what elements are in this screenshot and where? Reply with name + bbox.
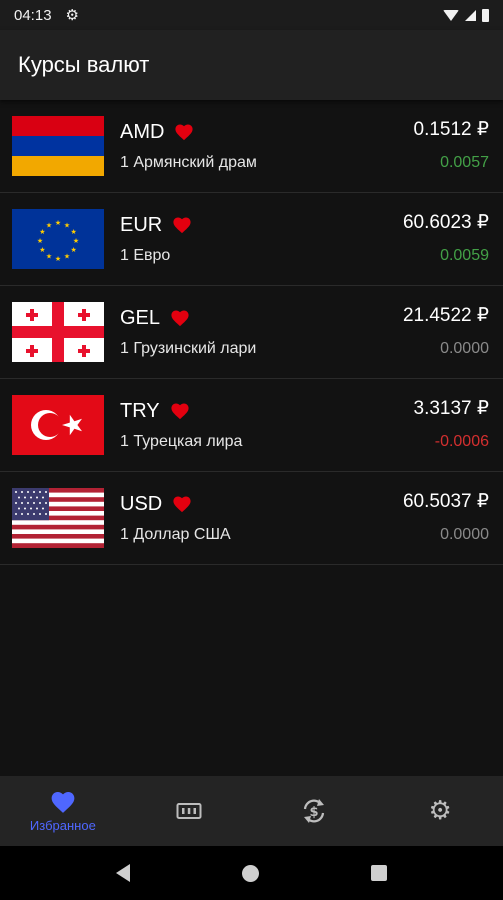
heart-icon [51, 791, 75, 813]
currency-code: EUR [120, 213, 163, 236]
svg-text:★: ★ [64, 253, 70, 261]
currency-rate: 21.4522 ₽ [402, 305, 489, 326]
currency-change: 0.0059 [440, 247, 489, 264]
system-navigation-bar [0, 846, 503, 900]
currency-change: 0.0000 [440, 526, 489, 543]
currency-list-icon [176, 803, 202, 819]
settings-notification-icon: ⚙ [65, 7, 79, 24]
currency-rate: 60.6023 ₽ [402, 212, 489, 233]
armenia-flag [12, 116, 104, 176]
currency-code: TRY [120, 399, 160, 422]
currency-row-eur[interactable]: ★ ★ ★ ★ ★ ★ ★ ★ ★ ★ ★ ★ EUR 1 Евро 60.60… [0, 193, 503, 286]
signal-icon [465, 9, 476, 21]
svg-text:★: ★ [55, 255, 61, 263]
converter-icon: $ [304, 799, 325, 823]
currency-code: AMD [120, 120, 165, 143]
currency-code: USD [120, 492, 163, 515]
bottom-navigation: Избранное $ ⚙ [0, 776, 503, 846]
currency-change: 0.0057 [440, 154, 489, 171]
currency-row-amd[interactable]: AMD 1 Армянский драм 0.1512 ₽ 0.0057 [0, 100, 503, 193]
currency-change: -0.0006 [434, 433, 489, 450]
currency-change: 0.0000 [440, 340, 489, 357]
app-bar: Курсы валют [0, 30, 503, 100]
currency-list: AMD 1 Армянский драм 0.1512 ₽ 0.0057 ★ ★… [0, 100, 503, 565]
battery-icon [482, 8, 489, 22]
svg-text:★: ★ [64, 221, 70, 229]
settings-icon: ⚙ [428, 796, 452, 826]
svg-text:★: ★ [39, 228, 45, 236]
currency-row-usd[interactable]: USD 1 Доллар США 60.5037 ₽ 0.0000 [0, 472, 503, 565]
nav-converter[interactable]: $ [252, 776, 378, 846]
usa-flag [12, 488, 104, 548]
favorite-heart-icon[interactable] [170, 402, 190, 420]
favorite-heart-icon[interactable] [174, 123, 194, 141]
svg-text:★: ★ [46, 221, 52, 229]
svg-text:★: ★ [39, 246, 45, 254]
currency-rate: 0.1512 ₽ [413, 119, 489, 140]
currency-rate: 3.3137 ₽ [413, 398, 489, 419]
svg-text:★: ★ [55, 219, 61, 227]
currency-code: GEL [120, 306, 161, 329]
svg-text:★: ★ [70, 246, 76, 254]
favorite-heart-icon[interactable] [172, 216, 192, 234]
eu-flag: ★ ★ ★ ★ ★ ★ ★ ★ ★ ★ ★ ★ [12, 209, 104, 269]
currency-row-gel[interactable]: GEL 1 Грузинский лари 21.4522 ₽ 0.0000 [0, 286, 503, 379]
page-title: Курсы валют [18, 52, 150, 77]
currency-row-try[interactable]: TRY 1 Турецкая лира 3.3137 ₽ -0.0006 [0, 379, 503, 472]
svg-text:★: ★ [46, 253, 52, 261]
recents-icon[interactable] [371, 865, 387, 881]
currency-rate: 60.5037 ₽ [402, 491, 489, 512]
svg-text:$: $ [310, 805, 319, 820]
status-icons [443, 8, 489, 22]
nav-favorites[interactable]: Избранное [0, 776, 126, 846]
nav-currency-list[interactable] [126, 776, 252, 846]
svg-text:★: ★ [73, 237, 79, 245]
favorite-heart-icon[interactable] [170, 309, 190, 327]
georgia-flag [12, 302, 104, 362]
status-time: 04:13 [14, 6, 52, 24]
home-icon[interactable] [242, 864, 259, 882]
svg-text:★: ★ [70, 228, 76, 236]
wifi-icon [443, 9, 459, 21]
turkey-flag [12, 395, 104, 455]
back-icon[interactable] [116, 864, 130, 882]
nav-settings[interactable]: ⚙ [377, 776, 503, 846]
status-bar: 04:13 ⚙ [0, 0, 503, 30]
nav-favorites-label: Избранное [29, 817, 96, 833]
svg-text:★: ★ [37, 237, 43, 245]
favorite-heart-icon[interactable] [172, 495, 192, 513]
